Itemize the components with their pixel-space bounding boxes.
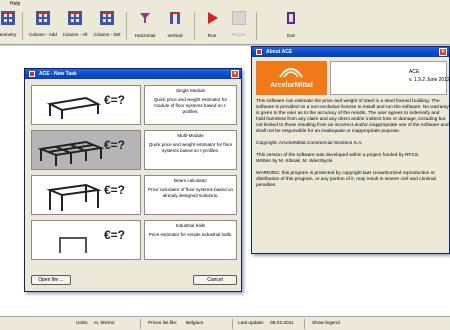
module-title: Beam calculator [174,178,207,183]
app-icon [29,71,35,77]
open-file-button[interactable]: Open file ... [31,275,71,285]
module-text: Quick price and weight estimator for mod… [153,97,228,114]
horizontal-button[interactable]: Horizontal [130,11,160,43]
module-single[interactable]: €=? Single Module Quick price and weight… [31,85,237,125]
module-title: Industrial halls [175,223,206,228]
single-module-image[interactable]: €=? [31,85,141,125]
status-divider [304,319,305,329]
prices-label: Prices list file: [148,321,178,326]
exit-label: Exit [287,33,295,38]
app-icon [256,49,262,55]
column-add-icon [36,11,50,25]
horizontal-icon [140,13,150,23]
authors-text: Written by M. Klösak, M. Wierzbycki [256,159,333,164]
module-text: Quick price and weight estimator for flo… [148,142,233,153]
exit-icon [287,12,295,24]
module-beam[interactable]: €=? Beam calculator Price calculator of … [31,175,237,215]
status-divider [232,319,233,329]
module-text: Price estimator for simple industrial ha… [148,232,233,237]
report-button[interactable]: Report [226,11,252,43]
about-titlebar[interactable]: About ACE × [252,47,449,57]
module-description: Beam calculator Price calculator of floo… [144,175,237,215]
module-text: Price calculator of floor systems based … [147,187,234,198]
column-all-button[interactable]: Column - All [60,11,90,43]
geometry-icon [1,11,15,25]
frame-multi-icon [38,140,104,166]
frame-single-icon [46,96,102,119]
run-label: Run [207,33,217,38]
close-icon[interactable]: × [439,48,447,56]
beam-calculator-image[interactable]: €=? [31,175,141,215]
menu-help[interactable]: Help [10,1,20,7]
about-text: This software can estimate the price and… [256,99,449,195]
module-multi[interactable]: €=? Multi-Module Quick price and weight … [31,130,237,170]
toolbar-separator [256,12,257,40]
warning-text: WARNING: this program is protected by co… [256,171,436,188]
report-label: Report [232,32,246,37]
module-description: Industrial halls Price estimator for sim… [144,220,237,260]
frame-beam-icon [46,183,102,211]
column-del-button[interactable]: Column - Del [91,11,123,43]
about-dialog: About ACE × ArcelorMittal ACE v. 1.9.2 J… [251,46,450,254]
module-title: Multi-Module [177,133,204,138]
report-icon [232,11,246,25]
new-task-dialog: ACE - New Task × €=? Single Module Quick… [24,68,242,292]
column-add-label: Column - Add [29,32,57,37]
about-title: About ACE [266,49,293,55]
module-description: Single Module Quick price and weight est… [144,85,237,125]
product-version: v. 1.9.2 June 2012 [409,77,450,83]
vertical-label: Vertical [167,33,183,38]
toolbar-separator [22,12,23,40]
status-bar: Units: m, kN/m2 Prices list file: Belgiu… [0,316,450,330]
vertical-icon [170,12,180,24]
price-label: €=? [104,93,126,107]
close-icon[interactable]: × [231,70,239,78]
update-value: 08.03.2011 [270,321,294,326]
horizontal-label: Horizontal [134,33,156,38]
menu-bar: Help [0,0,450,9]
prices-value: Belgium [186,321,204,326]
geometry-label: eometry [0,32,17,37]
price-label: €=? [104,183,126,197]
product-header: ACE v. 1.9.2 June 2012 [330,61,450,95]
column-all-icon [68,11,82,25]
toolbar: eometry Column - Add Column - All Column… [0,9,450,45]
license-text: This software can estimate the price and… [256,99,449,134]
multi-module-image[interactable]: €=? [31,130,141,170]
units-label: Units: [76,321,89,326]
units-value: m, kN/m2 [94,321,115,326]
toolbar-separator [194,12,195,40]
new-task-titlebar[interactable]: ACE - New Task × [25,69,241,79]
module-industrial[interactable]: €=? Industrial halls Price estimator for… [31,220,237,260]
geometry-button[interactable]: eometry [0,11,20,43]
industrial-halls-image[interactable]: €=? [31,220,141,260]
show-legend[interactable]: Show legend [312,321,340,326]
price-label: €=? [104,228,126,242]
module-title: Single Module [175,88,206,93]
arcelormittal-logo: ArcelorMittal [256,61,327,95]
column-del-icon [100,11,114,25]
price-label: €=? [104,138,126,152]
logo-text: ArcelorMittal [270,82,313,89]
status-divider [140,319,141,329]
copyright-text: Copyright: ArcelorMittal Commercial Sect… [256,141,363,146]
frame-hall-icon [59,237,87,253]
run-button[interactable]: Run [200,11,224,43]
new-task-title: ACE - New Task [39,71,77,77]
column-del-label: Column - Del [93,32,121,37]
product-name: ACE [409,69,420,75]
column-all-label: Column - All [62,32,88,37]
logo-swoosh-icon [279,68,303,78]
column-add-button[interactable]: Column - Add [26,11,60,43]
run-icon [208,12,218,24]
update-label: Last update: [238,321,265,326]
exit-button[interactable]: Exit [280,11,302,43]
toolbar-separator [126,12,127,40]
cancel-button[interactable]: Cancel [193,275,237,285]
module-description: Multi-Module Quick price and weight esti… [144,130,237,170]
vertical-button[interactable]: Vertical [162,11,188,43]
